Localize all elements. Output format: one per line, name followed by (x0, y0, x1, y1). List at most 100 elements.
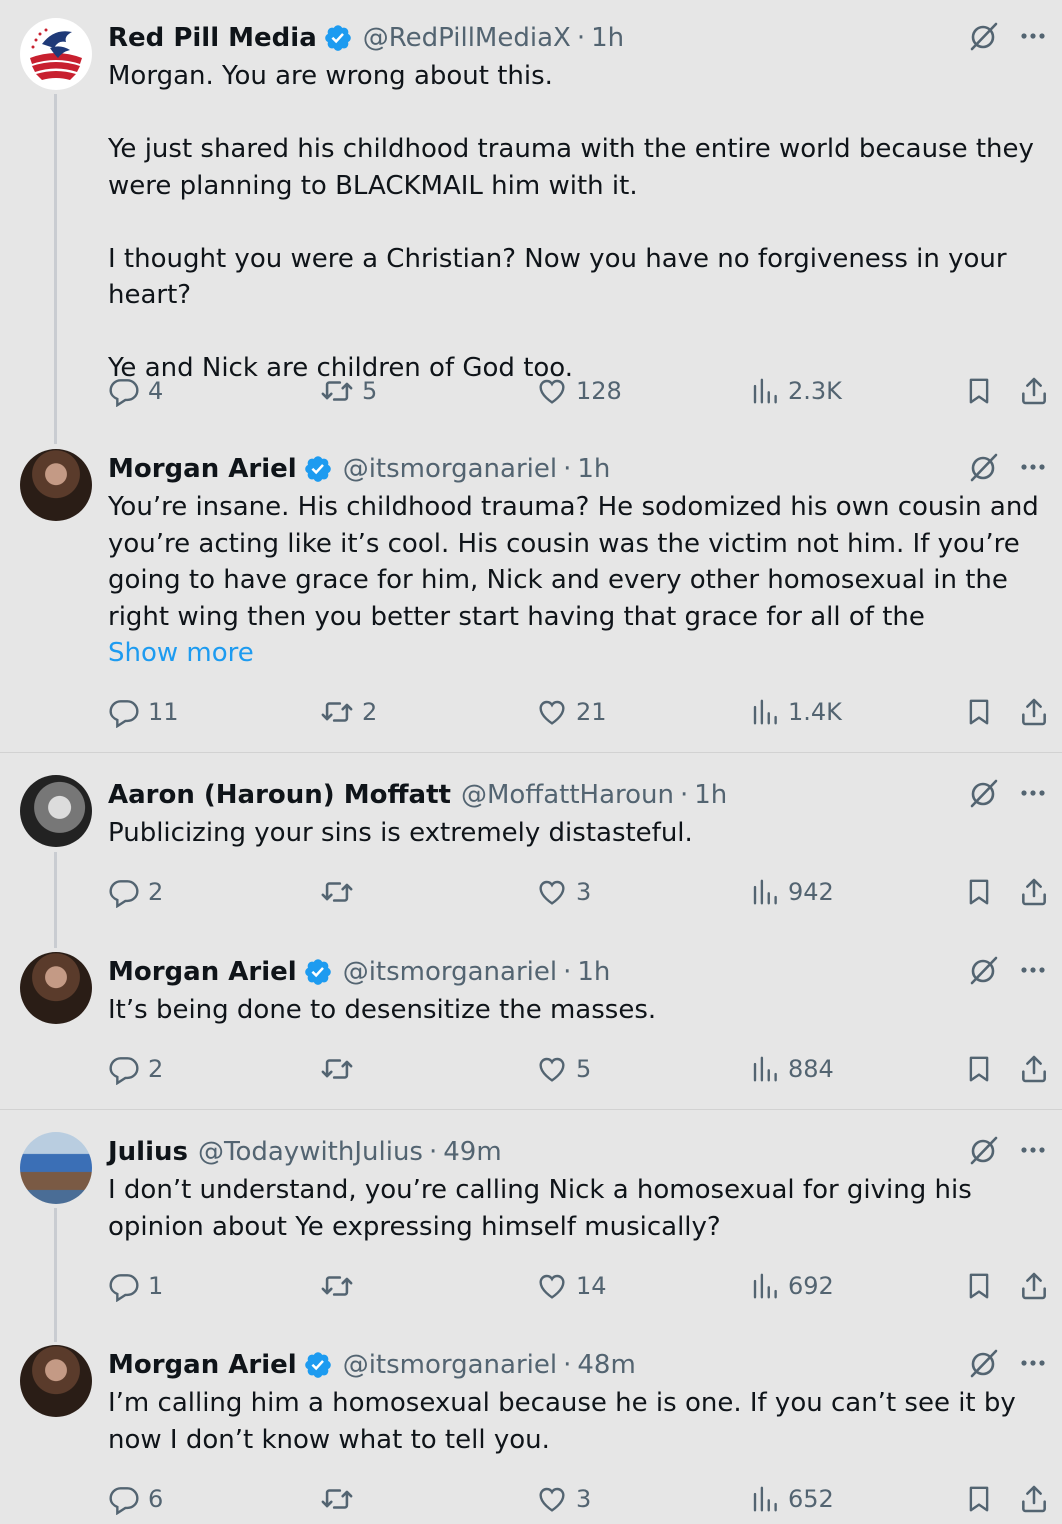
avatar[interactable] (20, 18, 92, 90)
retweet-count: 2 (362, 698, 378, 726)
display-name[interactable]: Aaron (Haroun) Moffatt (108, 780, 451, 810)
like-icon (539, 1487, 565, 1512)
display-name[interactable]: Red Pill Media (108, 23, 317, 53)
retweet-button[interactable] (320, 872, 362, 912)
avatar[interactable] (20, 775, 92, 847)
views-button[interactable]: 942 (750, 872, 834, 912)
share-button[interactable] (1018, 872, 1050, 912)
separator-dot: · (680, 780, 689, 810)
like-button[interactable]: 21 (536, 692, 607, 732)
views-icon (753, 879, 777, 905)
more-icon[interactable] (1018, 778, 1048, 808)
bookmark-button[interactable] (964, 1049, 994, 1089)
show-more-link[interactable]: Show more (108, 635, 1048, 672)
avatar[interactable] (20, 1345, 92, 1417)
grok-icon[interactable] (968, 1134, 1000, 1166)
display-name[interactable]: Morgan Ariel (108, 1350, 297, 1380)
grok-icon[interactable] (968, 1347, 1000, 1379)
retweet-button[interactable]: 2 (320, 692, 377, 732)
separator-dot: · (563, 1350, 572, 1380)
user-handle[interactable]: @itsmorganariel (343, 454, 557, 484)
avatar[interactable] (20, 449, 92, 521)
grok-icon[interactable] (968, 20, 1000, 52)
timestamp[interactable]: 1h (577, 454, 610, 484)
reply-button[interactable]: 1 (108, 1266, 163, 1306)
retweet-button[interactable] (320, 1479, 362, 1519)
separator-dot: · (576, 23, 586, 53)
views-count: 2.3K (788, 377, 842, 405)
tweet-actions: 4 5 128 2.3K (108, 371, 1052, 411)
tweet-text: I’m calling him a homosexual because he … (108, 1385, 1048, 1458)
retweet-button[interactable] (320, 1266, 362, 1306)
tweet-text: Morgan. You are wrong about this. Ye jus… (108, 58, 1048, 387)
share-button[interactable] (1018, 1266, 1050, 1306)
reply-button[interactable]: 2 (108, 1049, 163, 1089)
bookmark-button[interactable] (964, 371, 994, 411)
share-button[interactable] (1018, 1049, 1050, 1089)
user-handle[interactable]: @RedPillMediaX (363, 23, 571, 53)
bookmark-icon (969, 378, 989, 404)
timestamp[interactable]: 48m (577, 1350, 635, 1380)
reply-button[interactable]: 11 (108, 692, 179, 732)
thread-line (54, 852, 57, 948)
more-icon[interactable] (1018, 1348, 1048, 1378)
display-name[interactable]: Morgan Ariel (108, 454, 297, 484)
views-button[interactable]: 884 (750, 1049, 834, 1089)
like-button[interactable]: 3 (536, 872, 591, 912)
share-button[interactable] (1018, 371, 1050, 411)
bookmark-button[interactable] (964, 872, 994, 912)
display-name[interactable]: Morgan Ariel (108, 957, 297, 987)
timestamp[interactable]: 1h (694, 780, 727, 810)
views-button[interactable]: 692 (750, 1266, 834, 1306)
more-icon[interactable] (1018, 955, 1048, 985)
retweet-icon (321, 1059, 353, 1079)
like-button[interactable]: 128 (536, 371, 622, 411)
tweet-header: Red Pill Media @RedPillMediaX · 1h (108, 18, 624, 58)
timestamp[interactable]: 1h (591, 23, 624, 53)
avatar[interactable] (20, 1132, 92, 1204)
bookmark-icon (969, 1056, 989, 1082)
bookmark-button[interactable] (964, 1266, 994, 1306)
reply-button[interactable]: 4 (108, 371, 163, 411)
user-handle[interactable]: @itsmorganariel (343, 1350, 557, 1380)
timestamp[interactable]: 49m (443, 1137, 501, 1167)
bookmark-button[interactable] (964, 1479, 994, 1519)
bookmark-button[interactable] (964, 692, 994, 732)
display-name[interactable]: Julius (108, 1137, 188, 1167)
views-icon (753, 699, 777, 725)
more-icon[interactable] (1018, 21, 1048, 51)
grok-icon[interactable] (968, 777, 1000, 809)
grok-icon[interactable] (968, 451, 1000, 483)
views-button[interactable]: 652 (750, 1479, 834, 1519)
share-button[interactable] (1018, 692, 1050, 732)
like-button[interactable]: 5 (536, 1049, 591, 1089)
views-button[interactable]: 2.3K (750, 371, 842, 411)
thread-line (54, 1208, 57, 1342)
retweet-button[interactable] (320, 1049, 362, 1089)
verified-badge-icon (323, 23, 353, 53)
more-icon[interactable] (1018, 1135, 1048, 1165)
user-handle[interactable]: @MoffattHaroun (461, 780, 674, 810)
grok-icon[interactable] (968, 954, 1000, 986)
avatar[interactable] (20, 952, 92, 1024)
reply-button[interactable]: 2 (108, 872, 163, 912)
retweet-icon (321, 1276, 353, 1296)
more-icon[interactable] (1018, 452, 1048, 482)
like-button[interactable]: 14 (536, 1266, 607, 1306)
reply-icon (109, 379, 139, 407)
share-icon (1022, 1272, 1046, 1300)
retweet-button[interactable]: 5 (320, 371, 377, 411)
tweet-top-icons (968, 954, 1048, 986)
views-icon (753, 1056, 777, 1082)
like-count: 128 (576, 377, 622, 405)
like-button[interactable]: 3 (536, 1479, 591, 1519)
reply-button[interactable]: 6 (108, 1479, 163, 1519)
user-handle[interactable]: @TodaywithJulius (198, 1137, 423, 1167)
timestamp[interactable]: 1h (577, 957, 610, 987)
views-button[interactable]: 1.4K (750, 692, 842, 732)
tweet-actions: 1 14 692 (108, 1266, 1052, 1306)
tweet-header: Morgan Ariel @itsmorganariel · 48m (108, 1345, 636, 1385)
share-button[interactable] (1018, 1479, 1050, 1519)
user-handle[interactable]: @itsmorganariel (343, 957, 557, 987)
tweet-actions: 6 3 652 (108, 1479, 1052, 1519)
